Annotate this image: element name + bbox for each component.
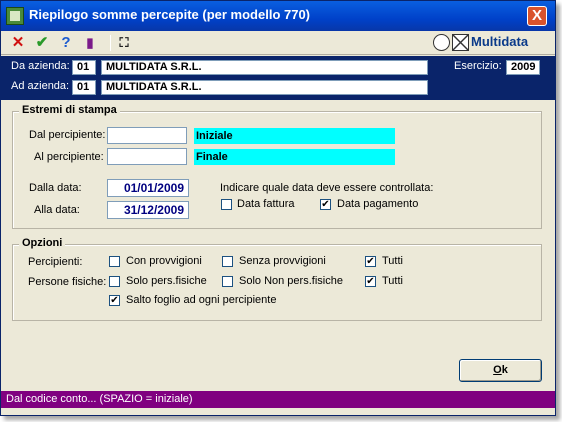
al-percipiente-input[interactable] (107, 148, 187, 165)
percipienti-label: Percipienti: (28, 256, 83, 268)
app-icon (6, 7, 24, 25)
dalla-data-input[interactable]: 01/01/2009 (107, 179, 189, 197)
percipienti-tutti-checkbox[interactable]: ✔ (365, 256, 376, 267)
solo-pers-fisiche-checkbox[interactable] (109, 276, 120, 287)
con-provvigioni-label: Con provvigioni (126, 255, 202, 267)
ad-azienda-name: MULTIDATA S.R.L. (101, 80, 428, 95)
esercizio-value[interactable]: 2009 (506, 60, 540, 75)
data-pagamento-checkbox[interactable]: ✔ (320, 199, 331, 210)
toolbar-separator (110, 35, 111, 51)
solo-non-pers-fisiche-label: Solo Non pers.fisiche (239, 275, 343, 287)
ok-accelerator: O (493, 364, 502, 376)
senza-provvigioni-checkbox[interactable] (222, 256, 233, 267)
logo-circle-icon (433, 34, 450, 51)
al-percipiente-label: Al percipiente: (34, 151, 104, 163)
percipienti-tutti-label: Tutti (382, 255, 403, 267)
data-fattura-checkbox[interactable] (221, 199, 232, 210)
persone-fisiche-tutti-checkbox[interactable]: ✔ (365, 276, 376, 287)
persone-fisiche-label: Persone fisiche: (28, 276, 107, 288)
company-header: Da azienda: 01 MULTIDATA S.R.L. Ad azien… (1, 56, 555, 100)
close-button[interactable]: X (527, 6, 547, 26)
persone-fisiche-tutti-label: Tutti (382, 275, 403, 287)
ad-azienda-label: Ad azienda: (11, 80, 70, 92)
confirm-icon[interactable]: ✔ (33, 34, 51, 52)
ok-button[interactable]: Ok (459, 359, 542, 382)
data-control-label: Indicare quale data deve essere controll… (220, 182, 434, 194)
title-bar[interactable]: Riepilogo somme percepite (per modello 7… (1, 1, 555, 31)
solo-non-pers-fisiche-checkbox[interactable] (222, 276, 233, 287)
alla-data-label: Alla data: (34, 204, 80, 216)
logo-box-icon (452, 34, 469, 51)
ok-label-rest: k (501, 364, 508, 376)
dal-percipiente-label: Dal percipiente: (29, 129, 106, 141)
dal-percipiente-desc: Iniziale (194, 128, 395, 144)
estremi-legend: Estremi di stampa (19, 104, 120, 116)
window-title: Riepilogo somme percepite (per modello 7… (29, 7, 311, 22)
help-icon[interactable]: ? (57, 34, 75, 52)
opzioni-legend: Opzioni (19, 237, 66, 249)
binoculars-icon[interactable]: ⛶ (115, 34, 133, 52)
book-icon[interactable]: ▮ (81, 34, 99, 52)
brand-logo: Multidata (471, 34, 529, 49)
senza-provvigioni-label: Senza provvigioni (239, 255, 326, 267)
esercizio-label: Esercizio: (454, 60, 502, 72)
dialog-window: Riepilogo somme percepite (per modello 7… (0, 0, 556, 416)
data-fattura-label: Data fattura (237, 198, 295, 210)
cancel-icon[interactable]: ✕ (9, 34, 27, 52)
solo-pers-fisiche-label: Solo pers.fisiche (126, 275, 207, 287)
dal-percipiente-input[interactable] (107, 127, 187, 144)
data-pagamento-label: Data pagamento (337, 198, 419, 210)
toolbar: ✕ ✔ ? ▮ ⛶ Multidata (1, 31, 555, 55)
da-azienda-label: Da azienda: (11, 60, 70, 72)
alla-data-input[interactable]: 31/12/2009 (107, 201, 189, 219)
da-azienda-code[interactable]: 01 (72, 60, 96, 75)
al-percipiente-desc: Finale (194, 149, 395, 165)
ad-azienda-code[interactable]: 01 (72, 80, 96, 95)
status-bar: Dal codice conto... (SPAZIO = iniziale) (1, 391, 555, 408)
con-provvigioni-checkbox[interactable] (109, 256, 120, 267)
salto-foglio-label: Salto foglio ad ogni percipiente (126, 294, 277, 306)
salto-foglio-checkbox[interactable]: ✔ (109, 295, 120, 306)
da-azienda-name: MULTIDATA S.R.L. (101, 60, 428, 75)
dalla-data-label: Dalla data: (29, 182, 82, 194)
